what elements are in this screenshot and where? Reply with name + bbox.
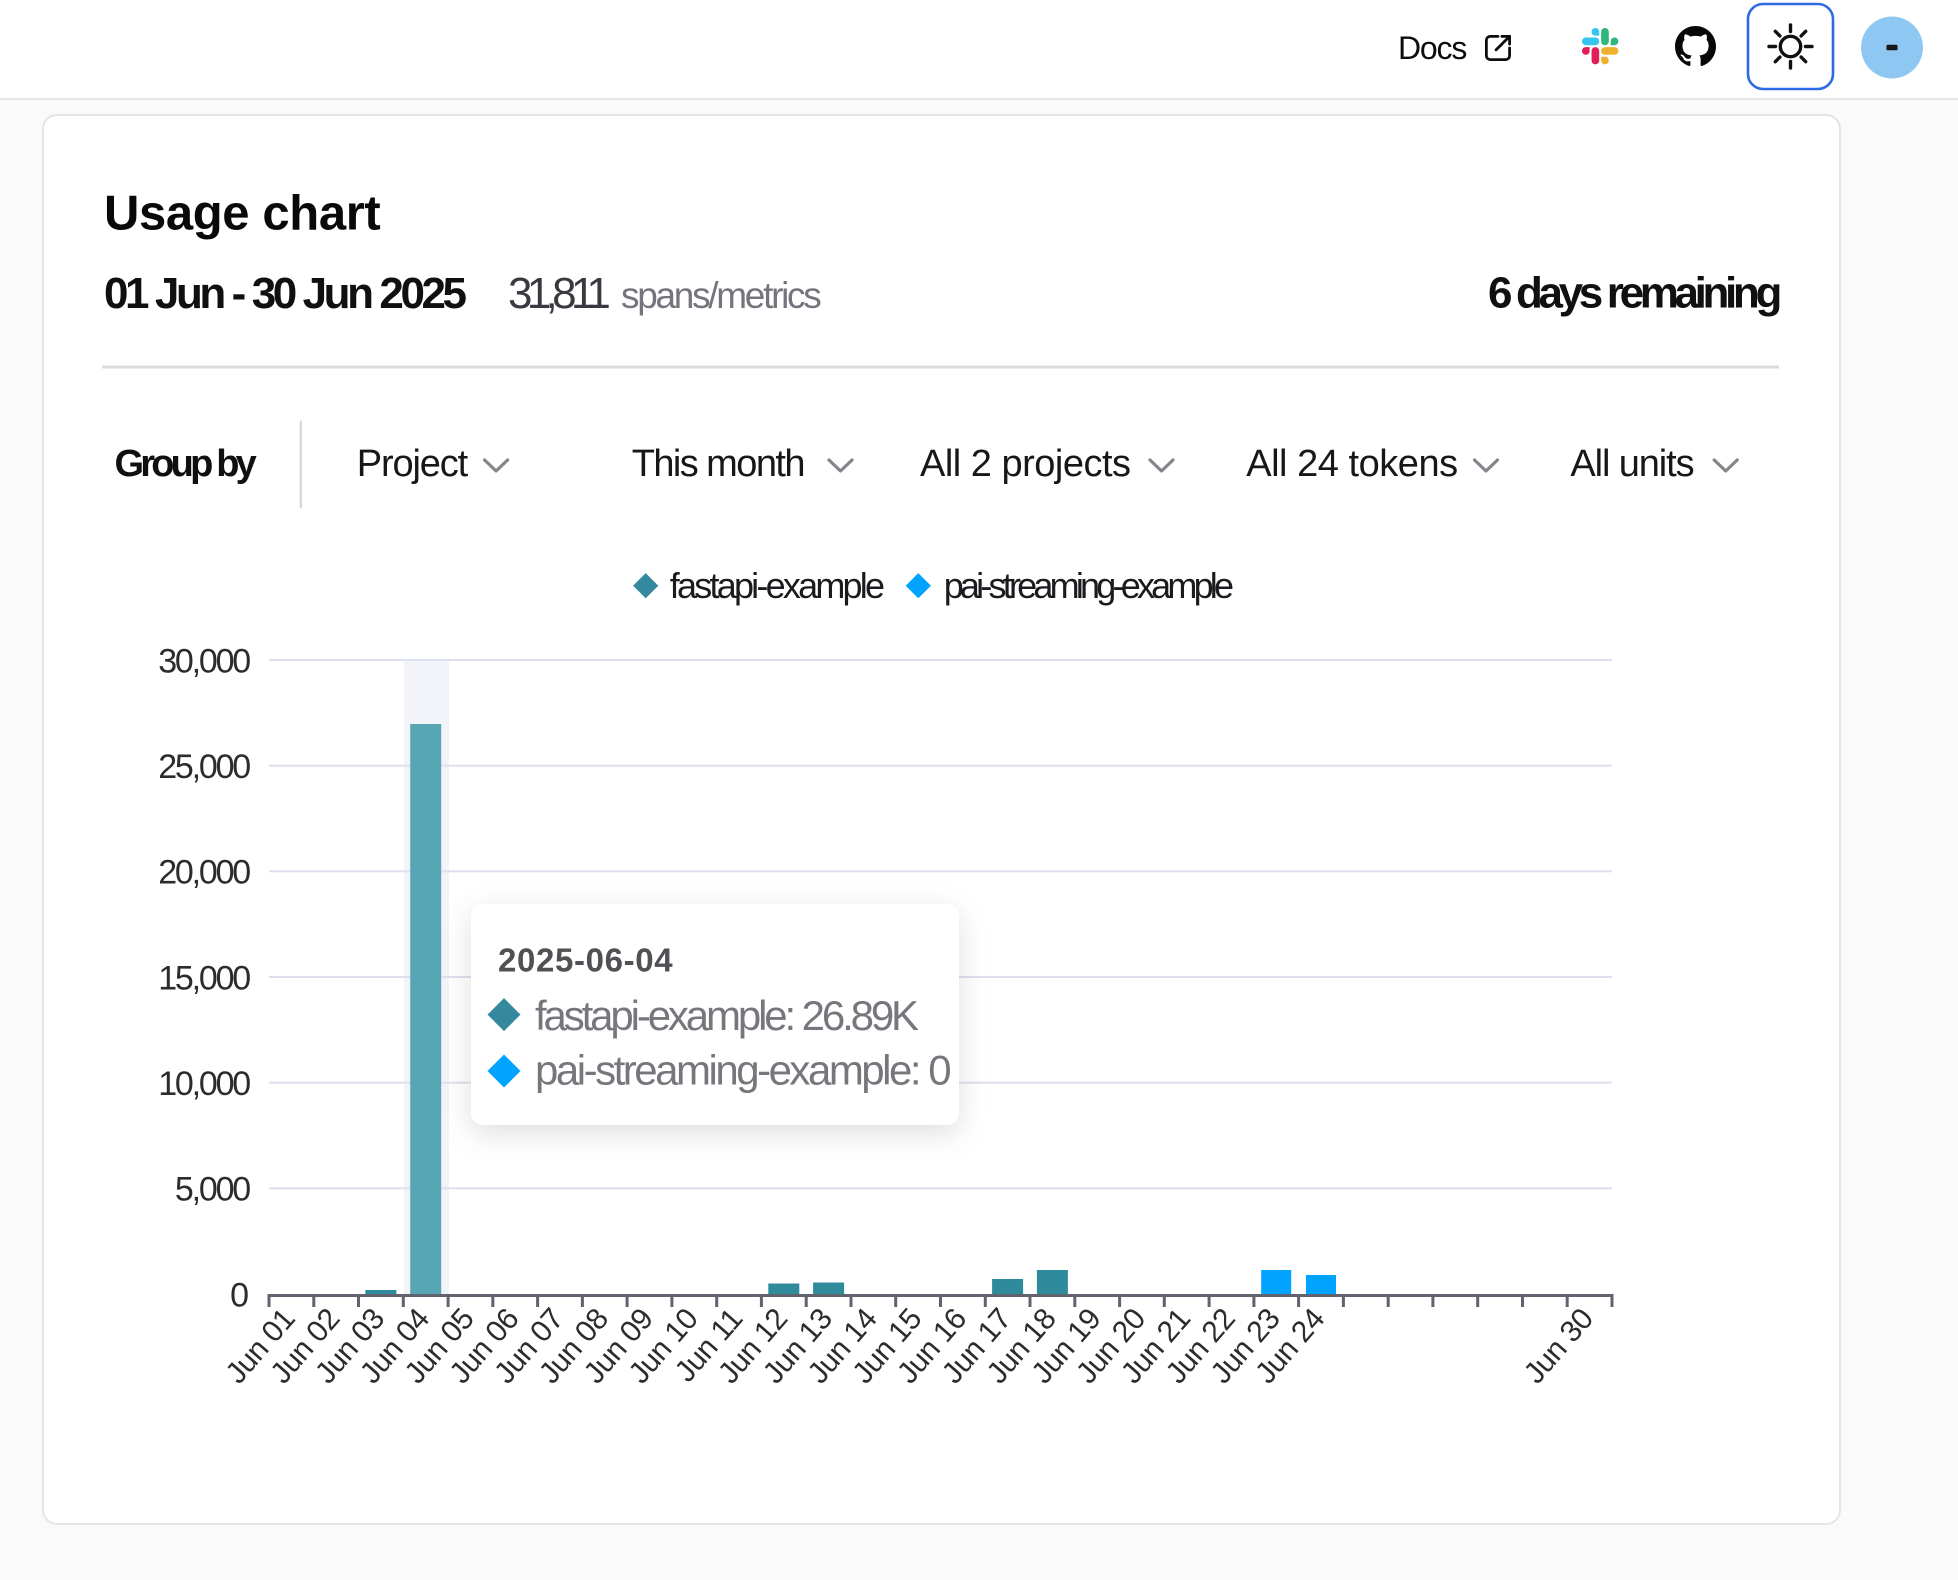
svg-text:fastapi-example: fastapi-example xyxy=(670,565,884,606)
svg-text:15,000: 15,000 xyxy=(158,959,250,997)
svg-text:pai-streaming-example: pai-streaming-example xyxy=(944,565,1233,606)
svg-text:6 days remaining: 6 days remaining xyxy=(1488,269,1779,318)
svg-text:5,000: 5,000 xyxy=(175,1171,250,1209)
svg-text:Docs: Docs xyxy=(1398,30,1466,66)
svg-text:20,000: 20,000 xyxy=(158,854,250,892)
svg-text:25,000: 25,000 xyxy=(158,748,250,786)
svg-text:fastapi-example: 26.89K: fastapi-example: 26.89K xyxy=(535,992,919,1039)
svg-text:This month: This month xyxy=(632,443,804,485)
svg-text:pai-streaming-example: 0: pai-streaming-example: 0 xyxy=(535,1047,950,1094)
svg-text:31,811: 31,811 xyxy=(508,269,609,318)
svg-text:Group by: Group by xyxy=(115,443,257,485)
svg-text:spans/metrics: spans/metrics xyxy=(621,275,821,316)
svg-text:All 2 projects: All 2 projects xyxy=(920,443,1131,485)
svg-text:Usage chart: Usage chart xyxy=(104,186,380,240)
svg-text:Project: Project xyxy=(357,443,469,485)
svg-text:All 24 tokens: All 24 tokens xyxy=(1246,443,1457,485)
svg-text:0: 0 xyxy=(230,1276,249,1314)
svg-text:2025-06-04: 2025-06-04 xyxy=(498,942,673,979)
svg-text:30,000: 30,000 xyxy=(158,642,250,680)
svg-text:10,000: 10,000 xyxy=(158,1065,250,1103)
svg-text:All units: All units xyxy=(1570,443,1693,485)
svg-text:01 Jun - 30 Jun 2025: 01 Jun - 30 Jun 2025 xyxy=(104,269,467,318)
